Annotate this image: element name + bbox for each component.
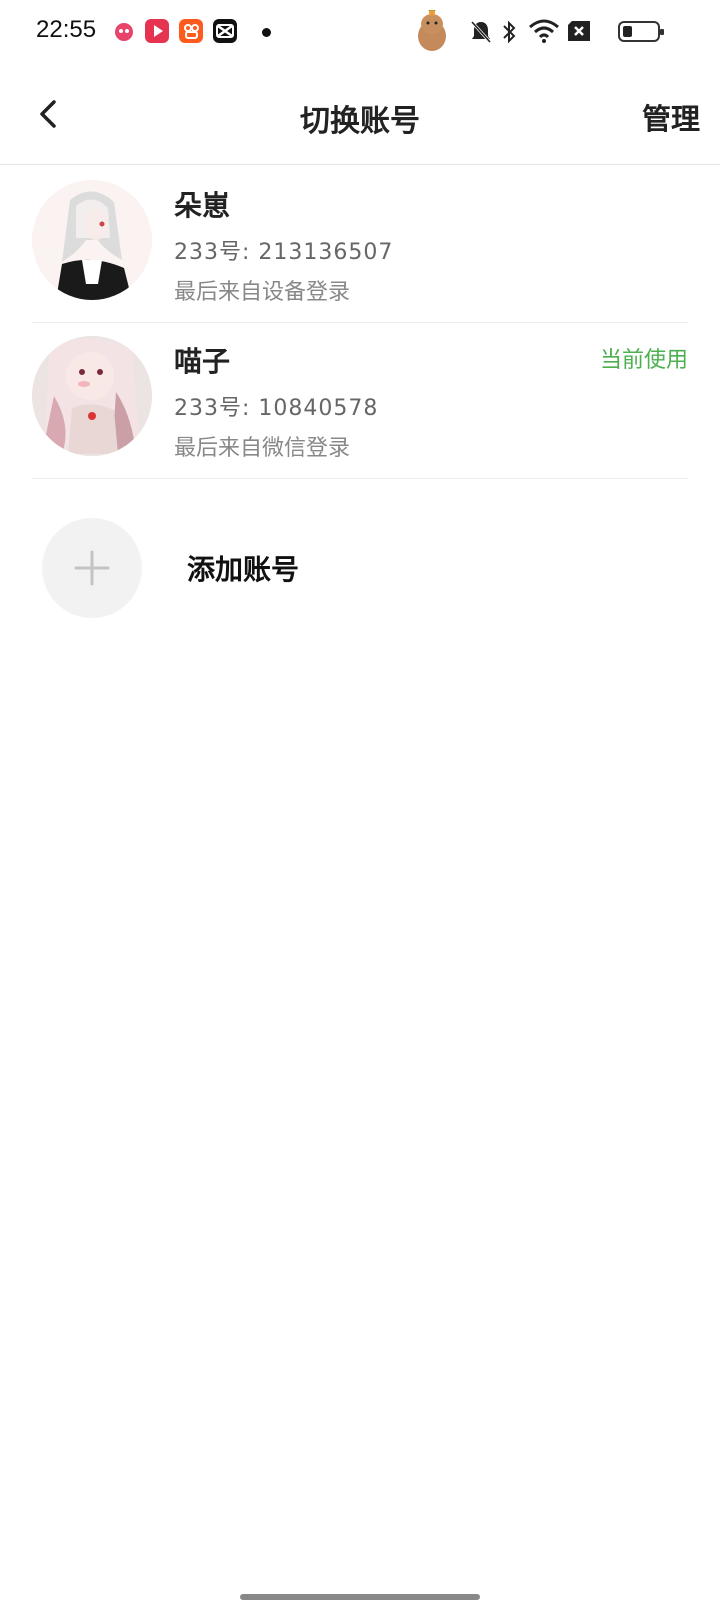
no-sim-icon	[566, 20, 592, 46]
account-name: 朵崽	[174, 189, 231, 222]
account-name: 喵子	[174, 345, 231, 378]
app-cat-icon	[112, 19, 136, 43]
account-login-source: 最后来自设备登录	[174, 280, 351, 305]
avatar	[32, 180, 152, 300]
capcut-icon	[213, 19, 237, 43]
wifi-icon	[528, 18, 560, 48]
add-account-button[interactable]: 添加账号	[32, 508, 688, 628]
capybara-icon	[414, 6, 450, 56]
current-account-badge: 当前使用	[599, 348, 688, 373]
avatar	[32, 336, 152, 456]
page-title: 切换账号	[300, 104, 420, 139]
status-bar: 22:55	[0, 0, 720, 66]
manage-button[interactable]: 管理	[642, 96, 700, 138]
notification-dot	[262, 28, 271, 37]
add-account-circle	[42, 518, 142, 618]
battery-icon	[618, 21, 664, 42]
account-id: 233号: 10840578	[174, 396, 379, 421]
header: 切换账号 管理	[0, 66, 720, 165]
add-account-label: 添加账号	[187, 553, 300, 586]
account-login-source: 最后来自微信登录	[174, 436, 351, 461]
status-time: 22:55	[36, 16, 97, 43]
kuaishou-icon	[179, 19, 203, 43]
mute-bell-icon	[470, 20, 492, 48]
video-play-icon	[145, 19, 169, 43]
account-id: 233号: 213136507	[174, 240, 394, 265]
account-row[interactable]: 朵崽 233号: 213136507 最后来自设备登录	[32, 162, 688, 323]
plus-icon	[74, 550, 110, 586]
home-indicator[interactable]	[240, 1594, 480, 1600]
bluetooth-icon	[501, 19, 517, 49]
account-row[interactable]: 喵子 当前使用 233号: 10840578 最后来自微信登录	[32, 318, 688, 479]
